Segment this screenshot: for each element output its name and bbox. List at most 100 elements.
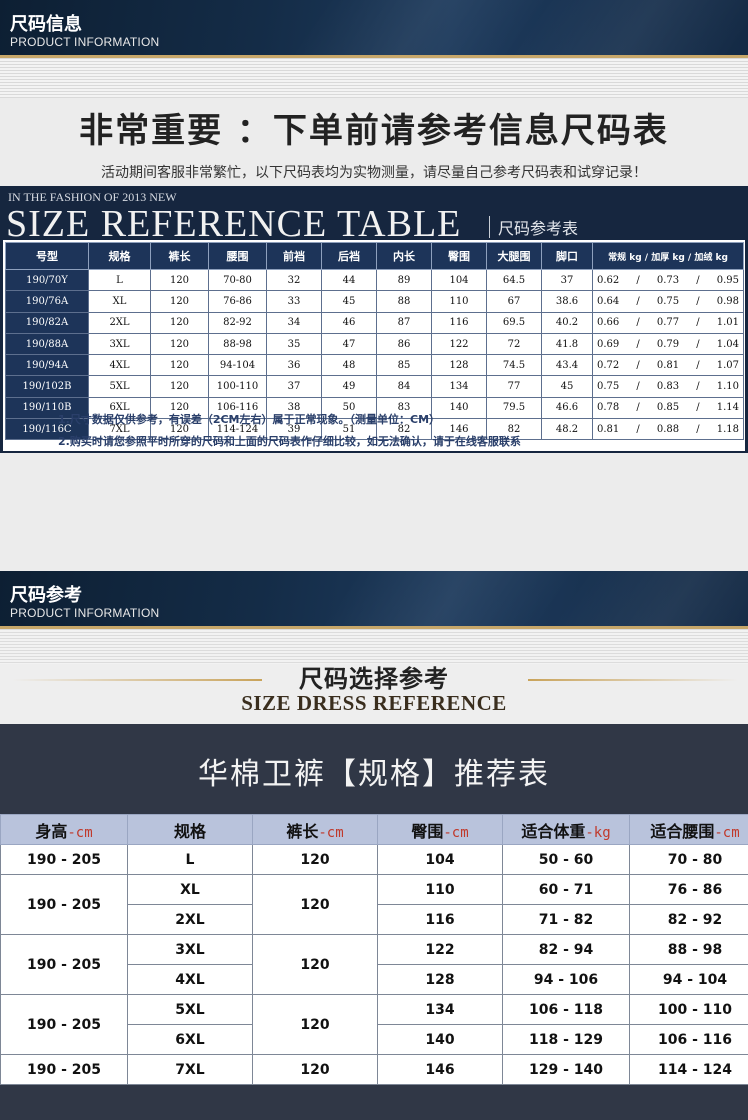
weight-value: 0.85 [656, 402, 680, 414]
column-header: 大腿围 [486, 242, 542, 270]
waist-cell: 100 - 110 [629, 994, 748, 1025]
column-header: 裤长-cm [252, 814, 378, 845]
size-code-cell: 190/76A [5, 290, 89, 313]
length-cell: 120 [252, 994, 378, 1055]
table-cell: 89 [376, 268, 432, 292]
table-cell: 94-104 [208, 354, 267, 377]
hip-cell: 134 [377, 994, 503, 1025]
weight-separator: / [636, 423, 640, 435]
column-header: 内长 [376, 242, 432, 270]
recommend-title: 华棉卫裤【规格】推荐表 [198, 757, 550, 792]
hip-cell: 140 [377, 1024, 503, 1055]
weight-cell: 60 - 71 [502, 874, 630, 905]
table-row: 190 - 205 XL 120 110 60 - 71 76 - 86 [0, 874, 748, 935]
table-cell: 3XL [88, 332, 151, 356]
column-header: 脚口 [541, 242, 593, 270]
size-cell: 7XL [127, 1054, 253, 1085]
table-cell: 4XL [88, 354, 151, 377]
height-cell: 190 - 205 [0, 874, 128, 935]
table-cell: 2XL [88, 311, 151, 334]
waist-cell: 106 - 116 [629, 1024, 748, 1055]
waist-cell: 94 - 104 [629, 964, 748, 995]
table-cell: 120 [150, 311, 209, 334]
weight-separator: / [636, 317, 640, 329]
size-cell: L [127, 844, 253, 875]
banner-subtitle: PRODUCT INFORMATION [10, 606, 160, 620]
table-cell: 110 [431, 290, 487, 313]
table-cell: 82-92 [208, 311, 267, 334]
weight-cell: 0.62 / 0.73 / 0.95 [592, 268, 744, 292]
weight-cell: 106 - 118 [502, 994, 630, 1025]
weight-value: 1.01 [716, 317, 739, 329]
height-cell: 190 - 205 [0, 844, 128, 875]
weight-value: 1.04 [716, 338, 739, 350]
weight-value: 0.88 [656, 423, 680, 435]
weight-cell: 129 - 140 [502, 1054, 630, 1085]
table-cell: 37 [541, 268, 593, 292]
weight-values: 0.72 / 0.81 / 1.07 [597, 360, 739, 371]
table-cell: 48 [321, 354, 377, 377]
table-cell: 45 [541, 375, 593, 398]
table-cell: 36 [266, 354, 322, 377]
table-cell: 134 [431, 375, 487, 398]
waist-cell: 70 - 80 [629, 844, 748, 875]
weight-value: 0.75 [597, 381, 620, 393]
weight-cell: 0.64 / 0.75 / 0.98 [592, 290, 744, 313]
weight-values: 0.78 / 0.85 / 1.14 [597, 402, 739, 413]
weight-separator: / [696, 359, 700, 371]
column-header: 后裆 [321, 242, 377, 270]
size-select-section: 尺码选择参考 SIZE DRESS REFERENCE 华棉卫裤【规格】推荐表 … [0, 629, 748, 1120]
column-unit: -kg [585, 824, 611, 841]
size-code-cell: 190/70Y [5, 268, 89, 292]
table-row: 190/94A 4XL 120 94-104 36 48 85 128 74.5 43.4 0.72… [5, 354, 744, 377]
weight-separator: / [636, 338, 640, 350]
column-header: 身高-cm [0, 814, 128, 845]
weight-value: 0.79 [656, 338, 680, 350]
column-label: 适合腰围 [650, 821, 715, 841]
column-label: 规格 [173, 821, 206, 841]
table-row: 190/88A 3XL 120 88-98 35 47 86 122 72 41.8 0.69/0.… [5, 332, 744, 356]
column-header: 臀围 [431, 242, 487, 270]
weight-value: 0.83 [656, 381, 680, 393]
hip-cell: 110 [377, 874, 503, 905]
table-cell: 77 [486, 375, 542, 398]
size-reference-cn-title: 尺码参考表 [498, 219, 579, 238]
weight-values: 0.64 / 0.75 / 0.98 [597, 296, 739, 307]
weight-cell: 0.69 / 0.79 / 1.04 [592, 332, 744, 356]
banner-title: 尺码参考 [10, 585, 82, 606]
banner-title: 尺码信息 [10, 14, 82, 35]
banner-subtitle: PRODUCT INFORMATION [10, 35, 160, 49]
column-header: 号型 [5, 242, 89, 270]
table-cell: 67 [486, 290, 542, 313]
recommend-panel-footer [0, 1088, 748, 1120]
size-cell: 5XL [127, 994, 253, 1025]
recommend-table: 身高-cm 规格 裤长-cm 臀围-cm 适合体重-kg 适合腰围-cm 190 - 20… [0, 814, 748, 1085]
column-label: 裤长 [286, 821, 319, 841]
table-cell: 116 [431, 311, 487, 334]
weight-value: 0.73 [656, 274, 680, 286]
table-cell: 72 [486, 332, 542, 356]
weight-cell: 118 - 129 [502, 1024, 630, 1055]
weight-separator: / [636, 295, 640, 307]
column-header: 前裆 [266, 242, 322, 270]
hip-cell: 122 [377, 934, 503, 965]
size-select-subtitle: SIZE DRESS REFERENCE [241, 691, 507, 715]
table-cell: 47 [321, 332, 377, 356]
table-cell: 120 [150, 268, 209, 292]
waist-cell: 88 - 98 [629, 934, 748, 965]
column-header: 适合体重-kg [502, 814, 630, 845]
weight-value: 0.81 [597, 423, 620, 435]
height-cell: 190 - 205 [0, 934, 128, 995]
weight-cell: 82 - 94 [502, 934, 630, 965]
size-cell: 2XL [127, 904, 253, 935]
table-cell: 69.5 [486, 311, 542, 334]
table-cell: 35 [266, 332, 322, 356]
table-cell: 37 [266, 375, 322, 398]
table-cell: 43.4 [541, 354, 593, 377]
table-cell: 84 [376, 375, 432, 398]
note-item: 1.尺寸数据仅供参考，有误差（2CM左右）属于正常现象。（测量单位：CM） [58, 413, 441, 426]
hip-cell: 146 [377, 1054, 503, 1085]
weight-values: 0.75 / 0.83 / 1.10 [597, 381, 739, 392]
column-unit: -cm [714, 824, 740, 841]
weight-separator: / [636, 359, 640, 371]
